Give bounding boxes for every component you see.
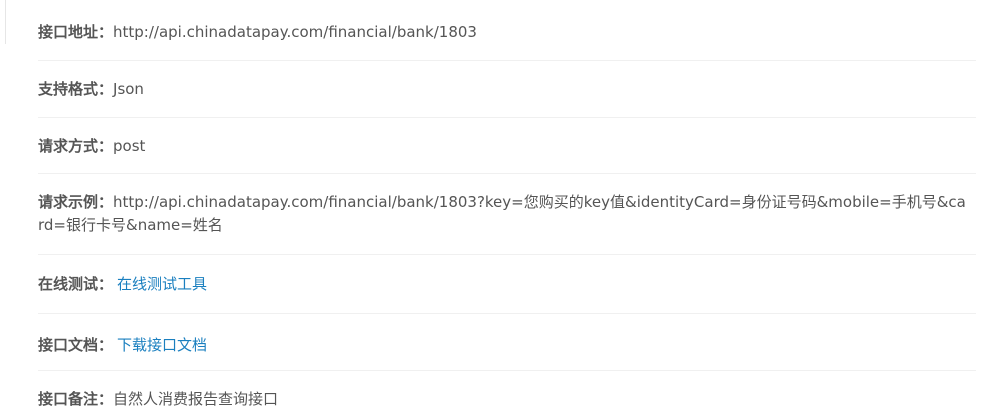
format-row: 支持格式：Json [38, 61, 976, 118]
format-label: 支持格式： [38, 80, 114, 98]
api-doc-row: 接口文档： 下载接口文档 [38, 314, 976, 371]
online-test-tool-link[interactable]: 在线测试工具 [117, 275, 207, 293]
method-value: post [113, 137, 146, 155]
example-label: 请求示例： [38, 193, 114, 211]
online-test-label: 在线测试： [38, 275, 114, 293]
example-value: http://api.chinadatapay.com/financial/ba… [38, 193, 966, 234]
api-address-value: http://api.chinadatapay.com/financial/ba… [113, 23, 477, 41]
online-test-row: 在线测试： 在线测试工具 [38, 255, 976, 314]
example-row: 请求示例：http://api.chinadatapay.com/financi… [38, 174, 976, 255]
method-row: 请求方式：post [38, 118, 976, 174]
remark-row: 接口备注：自然人消费报告查询接口 [38, 371, 976, 420]
format-value: Json [113, 80, 144, 98]
download-doc-link[interactable]: 下载接口文档 [117, 336, 207, 354]
api-info-list: 接口地址：http://api.chinadatapay.com/financi… [38, 0, 976, 420]
remark-label: 接口备注： [38, 390, 114, 408]
remark-value: 自然人消费报告查询接口 [113, 390, 279, 408]
api-address-row: 接口地址：http://api.chinadatapay.com/financi… [38, 0, 976, 61]
api-address-label: 接口地址： [38, 23, 114, 41]
left-border-line [5, 0, 6, 44]
method-label: 请求方式： [38, 137, 114, 155]
api-doc-label: 接口文档： [38, 336, 114, 354]
